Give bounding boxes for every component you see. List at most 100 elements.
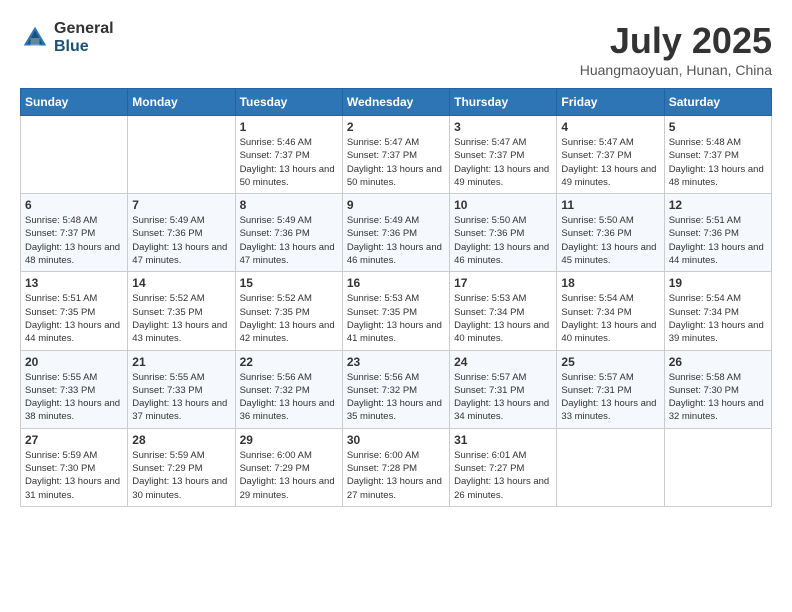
calendar-week-row: 6 Sunrise: 5:48 AM Sunset: 7:37 PM Dayli… [21,194,772,272]
logo-icon [20,23,50,53]
day-number: 5 [669,120,767,134]
daylight-text: Daylight: 13 hours and 34 minutes. [454,398,549,422]
day-number: 25 [561,355,659,369]
day-info: Sunrise: 5:59 AM Sunset: 7:30 PM Dayligh… [25,449,123,502]
sunset-text: Sunset: 7:35 PM [132,307,202,318]
day-info: Sunrise: 5:48 AM Sunset: 7:37 PM Dayligh… [25,214,123,267]
sunset-text: Sunset: 7:33 PM [132,385,202,396]
daylight-text: Daylight: 13 hours and 40 minutes. [561,320,656,344]
calendar-cell: 18 Sunrise: 5:54 AM Sunset: 7:34 PM Dayl… [557,272,664,350]
sunset-text: Sunset: 7:31 PM [454,385,524,396]
sunset-text: Sunset: 7:36 PM [561,228,631,239]
daylight-text: Daylight: 13 hours and 41 minutes. [347,320,442,344]
day-info: Sunrise: 5:50 AM Sunset: 7:36 PM Dayligh… [454,214,552,267]
daylight-text: Daylight: 13 hours and 29 minutes. [240,476,335,500]
logo-blue-label: Blue [54,38,114,56]
day-info: Sunrise: 5:49 AM Sunset: 7:36 PM Dayligh… [240,214,338,267]
daylight-text: Daylight: 13 hours and 48 minutes. [669,164,764,188]
sunrise-text: Sunrise: 6:01 AM [454,450,526,461]
sunset-text: Sunset: 7:29 PM [132,463,202,474]
calendar-cell: 21 Sunrise: 5:55 AM Sunset: 7:33 PM Dayl… [128,350,235,428]
day-info: Sunrise: 5:49 AM Sunset: 7:36 PM Dayligh… [347,214,445,267]
sunrise-text: Sunrise: 5:56 AM [347,372,419,383]
sunset-text: Sunset: 7:36 PM [347,228,417,239]
calendar-cell: 17 Sunrise: 5:53 AM Sunset: 7:34 PM Dayl… [450,272,557,350]
daylight-text: Daylight: 13 hours and 39 minutes. [669,320,764,344]
calendar-cell: 13 Sunrise: 5:51 AM Sunset: 7:35 PM Dayl… [21,272,128,350]
daylight-text: Daylight: 13 hours and 50 minutes. [347,164,442,188]
calendar-cell: 27 Sunrise: 5:59 AM Sunset: 7:30 PM Dayl… [21,428,128,506]
sunrise-text: Sunrise: 5:48 AM [669,137,741,148]
sunrise-text: Sunrise: 5:49 AM [347,215,419,226]
day-info: Sunrise: 5:56 AM Sunset: 7:32 PM Dayligh… [240,371,338,424]
day-info: Sunrise: 5:54 AM Sunset: 7:34 PM Dayligh… [561,292,659,345]
day-header-saturday: Saturday [664,89,771,116]
day-info: Sunrise: 5:50 AM Sunset: 7:36 PM Dayligh… [561,214,659,267]
calendar-cell: 3 Sunrise: 5:47 AM Sunset: 7:37 PM Dayli… [450,116,557,194]
daylight-text: Daylight: 13 hours and 32 minutes. [669,398,764,422]
daylight-text: Daylight: 13 hours and 47 minutes. [132,242,227,266]
sunrise-text: Sunrise: 5:55 AM [25,372,97,383]
sunrise-text: Sunrise: 5:53 AM [454,293,526,304]
day-number: 15 [240,276,338,290]
month-title: July 2025 [580,20,772,62]
day-number: 7 [132,198,230,212]
day-number: 23 [347,355,445,369]
day-number: 4 [561,120,659,134]
sunset-text: Sunset: 7:35 PM [25,307,95,318]
day-info: Sunrise: 5:57 AM Sunset: 7:31 PM Dayligh… [561,371,659,424]
day-info: Sunrise: 5:58 AM Sunset: 7:30 PM Dayligh… [669,371,767,424]
daylight-text: Daylight: 13 hours and 30 minutes. [132,476,227,500]
day-number: 10 [454,198,552,212]
calendar-cell: 26 Sunrise: 5:58 AM Sunset: 7:30 PM Dayl… [664,350,771,428]
sunrise-text: Sunrise: 5:52 AM [132,293,204,304]
sunrise-text: Sunrise: 5:57 AM [454,372,526,383]
calendar-cell: 16 Sunrise: 5:53 AM Sunset: 7:35 PM Dayl… [342,272,449,350]
day-info: Sunrise: 5:47 AM Sunset: 7:37 PM Dayligh… [454,136,552,189]
day-number: 11 [561,198,659,212]
sunrise-text: Sunrise: 6:00 AM [240,450,312,461]
day-number: 26 [669,355,767,369]
calendar-week-row: 1 Sunrise: 5:46 AM Sunset: 7:37 PM Dayli… [21,116,772,194]
sunrise-text: Sunrise: 5:59 AM [25,450,97,461]
daylight-text: Daylight: 13 hours and 35 minutes. [347,398,442,422]
day-number: 6 [25,198,123,212]
day-number: 21 [132,355,230,369]
day-number: 3 [454,120,552,134]
sunset-text: Sunset: 7:27 PM [454,463,524,474]
day-number: 18 [561,276,659,290]
daylight-text: Daylight: 13 hours and 47 minutes. [240,242,335,266]
day-info: Sunrise: 5:59 AM Sunset: 7:29 PM Dayligh… [132,449,230,502]
day-number: 31 [454,433,552,447]
calendar-cell [128,116,235,194]
sunrise-text: Sunrise: 5:49 AM [132,215,204,226]
day-number: 24 [454,355,552,369]
sunrise-text: Sunrise: 6:00 AM [347,450,419,461]
calendar-cell: 9 Sunrise: 5:49 AM Sunset: 7:36 PM Dayli… [342,194,449,272]
logo: General Blue [20,20,114,55]
day-info: Sunrise: 5:55 AM Sunset: 7:33 PM Dayligh… [25,371,123,424]
sunset-text: Sunset: 7:37 PM [454,150,524,161]
day-number: 17 [454,276,552,290]
day-header-thursday: Thursday [450,89,557,116]
day-info: Sunrise: 5:48 AM Sunset: 7:37 PM Dayligh… [669,136,767,189]
day-header-friday: Friday [557,89,664,116]
daylight-text: Daylight: 13 hours and 45 minutes. [561,242,656,266]
day-info: Sunrise: 5:46 AM Sunset: 7:37 PM Dayligh… [240,136,338,189]
day-number: 30 [347,433,445,447]
calendar-week-row: 13 Sunrise: 5:51 AM Sunset: 7:35 PM Dayl… [21,272,772,350]
day-header-monday: Monday [128,89,235,116]
calendar-cell: 15 Sunrise: 5:52 AM Sunset: 7:35 PM Dayl… [235,272,342,350]
day-info: Sunrise: 5:49 AM Sunset: 7:36 PM Dayligh… [132,214,230,267]
page-header: General Blue July 2025 Huangmaoyuan, Hun… [20,20,772,78]
daylight-text: Daylight: 13 hours and 44 minutes. [25,320,120,344]
sunset-text: Sunset: 7:37 PM [561,150,631,161]
sunset-text: Sunset: 7:29 PM [240,463,310,474]
calendar-cell: 25 Sunrise: 5:57 AM Sunset: 7:31 PM Dayl… [557,350,664,428]
sunrise-text: Sunrise: 5:50 AM [454,215,526,226]
sunrise-text: Sunrise: 5:48 AM [25,215,97,226]
day-info: Sunrise: 5:55 AM Sunset: 7:33 PM Dayligh… [132,371,230,424]
calendar-cell: 28 Sunrise: 5:59 AM Sunset: 7:29 PM Dayl… [128,428,235,506]
day-number: 1 [240,120,338,134]
day-info: Sunrise: 5:52 AM Sunset: 7:35 PM Dayligh… [132,292,230,345]
